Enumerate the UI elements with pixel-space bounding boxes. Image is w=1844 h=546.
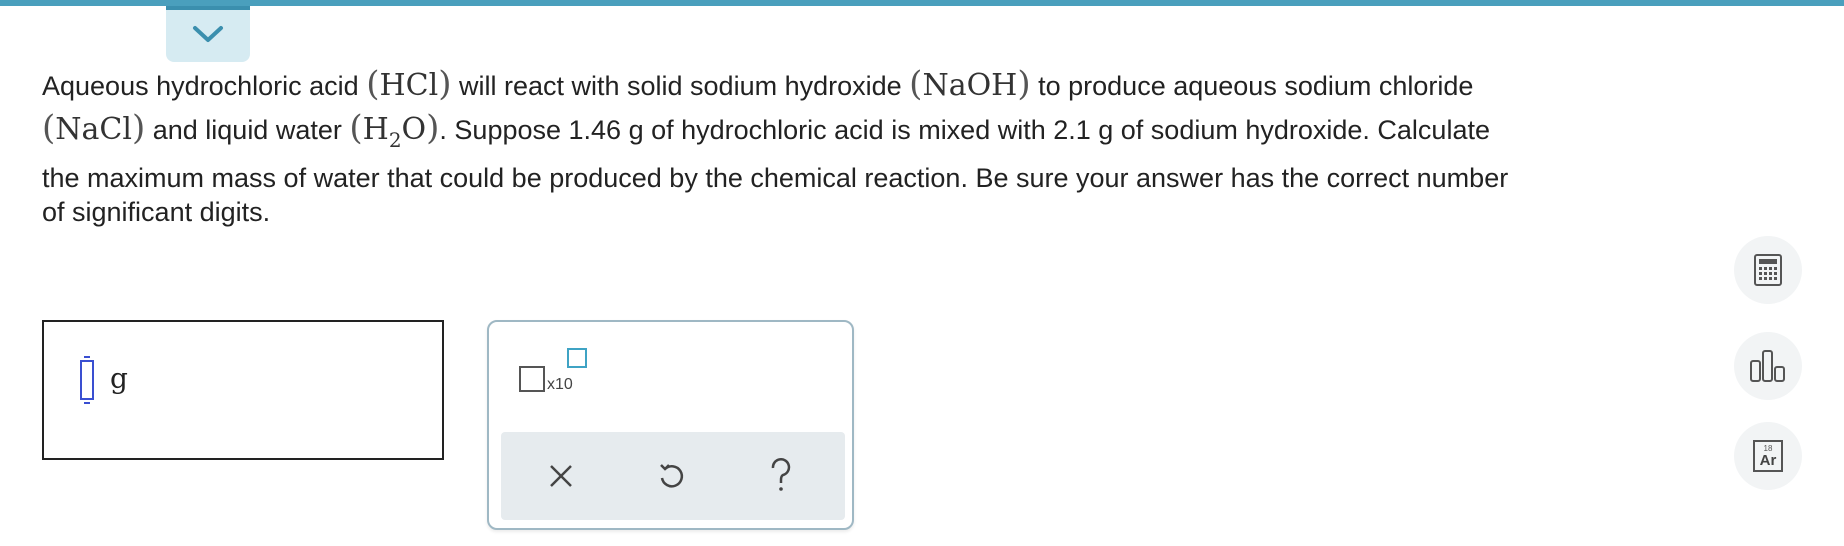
text-segment: to produce aqueous sodium chloride (1038, 71, 1474, 101)
formula-nacl: NaCl (55, 112, 132, 147)
close-paren-glyph: ) (131, 108, 146, 148)
chevron-down-icon (193, 26, 223, 42)
periodic-table-button[interactable]: 18 Ar (1734, 422, 1802, 490)
top-accent-bar (0, 0, 1844, 6)
input-cursor-placeholder[interactable] (80, 356, 94, 404)
sci-base-box (519, 366, 545, 392)
calculator-button[interactable] (1734, 236, 1802, 304)
sci-x10-label: x10 (547, 376, 573, 393)
help-icon (771, 458, 791, 491)
data-chart-icon (1750, 350, 1785, 382)
open-paren-glyph: ( (366, 64, 380, 104)
formula-naoh: NaOH (922, 68, 1018, 103)
answer-unit-label: g (110, 362, 128, 395)
help-button[interactable] (755, 450, 807, 502)
data-button[interactable] (1734, 332, 1802, 400)
calculator-icon (1754, 254, 1782, 286)
question-line-3: the maximum mass of water that could be … (42, 163, 1509, 193)
undo-button[interactable] (645, 450, 697, 502)
question-line-2: (NaCl) and liquid water (H2O). Suppose 1… (42, 108, 1490, 152)
formula-h2o: H2O (362, 112, 427, 152)
answer-input-field[interactable]: g (42, 320, 444, 460)
collapse-toggle-button[interactable] (166, 6, 250, 62)
open-paren-glyph: ( (909, 64, 923, 104)
scientific-notation-button[interactable]: x10 (519, 348, 599, 412)
sci-exponent-box (567, 348, 587, 368)
collapse-tab-edge (166, 6, 250, 10)
undo-icon (660, 464, 684, 488)
text-segment: Aqueous hydrochloric acid (42, 71, 359, 101)
text-segment: will react with solid sodium hydroxide (458, 71, 902, 101)
question-line-4: of significant digits. (42, 197, 271, 227)
clear-button[interactable] (535, 450, 587, 502)
text-segment: . Suppose 1.46 g of hydrochloric acid is… (439, 115, 1490, 145)
question-line-1: Aqueous hydrochloric acid (HCl) will rea… (42, 66, 1473, 104)
formula-h2o-end: O (401, 112, 427, 147)
periodic-table-icon: 18 Ar (1753, 440, 1783, 472)
text-segment: and liquid water (152, 115, 342, 145)
formula-h2o-main: H (362, 112, 389, 147)
periodic-symbol: Ar (1759, 451, 1777, 469)
action-bar (501, 432, 845, 520)
open-paren-glyph: ( (42, 108, 56, 148)
formula-hcl: HCl (379, 68, 439, 103)
close-paren-glyph: ) (438, 64, 452, 104)
close-paren-glyph: ) (426, 108, 440, 148)
open-paren-glyph: ( (349, 108, 363, 148)
close-paren-glyph: ) (1017, 64, 1031, 104)
formula-h2o-subscript: 2 (388, 128, 402, 152)
clear-icon (550, 465, 572, 487)
math-tool-panel: x10 (487, 320, 854, 530)
